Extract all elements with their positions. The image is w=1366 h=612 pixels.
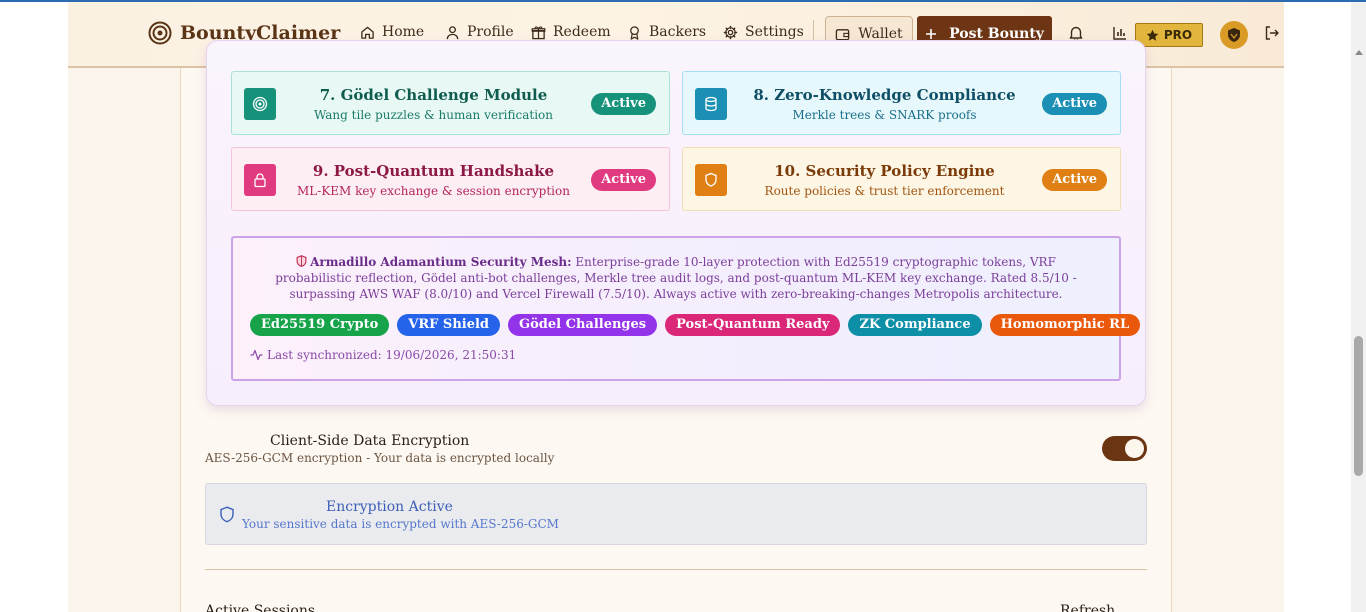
armadillo-shield-icon [1228, 28, 1240, 42]
scroll-up-arrow[interactable] [1355, 50, 1363, 55]
target-icon [244, 88, 276, 120]
toggle-knob [1125, 439, 1144, 458]
tag-zk: ZK Compliance [848, 314, 982, 336]
nav-profile-label: Profile [467, 24, 514, 40]
module-title: 8. Zero-Knowledge Compliance [753, 86, 1016, 104]
module-title: 7. Gödel Challenge Module [319, 86, 548, 104]
tag-vrf: VRF Shield [397, 314, 501, 336]
target-logo-icon [148, 21, 172, 45]
security-mesh-summary: Armadillo Adamantium Security Mesh: Ente… [231, 236, 1141, 381]
last-sync: Last synchronized: 19/06/2026, 21:50:31 [250, 348, 516, 362]
module-subtitle: Wang tile puzzles & human verification [313, 108, 554, 122]
active-sessions-heading: Active Sessions [205, 603, 316, 612]
nav-home-label: Home [382, 24, 425, 40]
database-icon [695, 88, 727, 120]
nav-settings-label: Settings [745, 24, 804, 40]
nav-backers-label: Backers [649, 24, 707, 40]
status-badge: Active [591, 93, 656, 115]
home-icon [361, 26, 374, 39]
module-godel-challenge[interactable]: 7. Gödel Challenge Module Wang tile puzz… [231, 71, 670, 135]
tag-homomorphic: Homomorphic RL [989, 314, 1141, 336]
scroll-thumb[interactable] [1354, 336, 1363, 476]
nav-home[interactable]: Home [360, 24, 424, 40]
mesh-heading: Armadillo Adamantium Security Mesh: [310, 255, 572, 269]
module-title: 9. Post-Quantum Handshake [312, 162, 555, 180]
tag-ed25519: Ed25519 Crypto [250, 314, 390, 336]
encryption-status-panel: Encryption Active Your sensitive data is… [205, 483, 1147, 545]
status-badge: Active [1042, 93, 1107, 115]
gift-icon [531, 25, 546, 39]
refresh-button[interactable]: Refresh [1060, 603, 1115, 612]
status-badge: Active [591, 169, 656, 191]
module-subtitle: Merkle trees & SNARK proofs [792, 108, 977, 122]
pro-label: PRO [1163, 28, 1193, 42]
nav-redeem[interactable]: Redeem [531, 24, 611, 40]
encryption-panel-subtitle: Your sensitive data is encrypted with AE… [242, 517, 559, 531]
user-icon [446, 25, 459, 39]
module-subtitle: Route policies & trust tier enforcement [764, 184, 1005, 198]
nav-profile[interactable]: Profile [445, 24, 514, 40]
status-badge: Active [1042, 169, 1107, 191]
module-security-policy[interactable]: 10. Security Policy Engine Route policie… [682, 147, 1121, 211]
encryption-subtitle: AES-256-GCM encryption - Your data is en… [205, 451, 555, 465]
star-icon [1146, 29, 1159, 41]
mesh-description-block: Armadillo Adamantium Security Mesh: Ente… [261, 254, 1091, 302]
module-title: 10. Security Policy Engine [774, 162, 995, 180]
encryption-panel-title: Encryption Active [326, 499, 453, 515]
section-divider [205, 569, 1147, 570]
gear-icon [723, 25, 738, 39]
nav-backers[interactable]: Backers [627, 24, 706, 40]
activity-icon [250, 349, 263, 361]
shield-icon [220, 506, 234, 523]
module-subtitle: ML-KEM key exchange & session encryption [297, 184, 570, 198]
tag-post-quantum: Post-Quantum Ready [665, 314, 841, 336]
nav-redeem-label: Redeem [553, 24, 611, 40]
shield-icon [695, 164, 727, 196]
plus-icon [926, 29, 937, 39]
lock-icon [244, 164, 276, 196]
tag-godel: Gödel Challenges [508, 314, 658, 336]
avatar[interactable] [1220, 21, 1248, 49]
feature-tags: Ed25519 Crypto VRF Shield Gödel Challeng… [250, 314, 1141, 336]
last-sync-text: Last synchronized: 19/06/2026, 21:50:31 [267, 348, 517, 362]
encryption-toggle[interactable] [1102, 436, 1147, 461]
module-zero-knowledge[interactable]: 8. Zero-Knowledge Compliance Merkle tree… [682, 71, 1121, 135]
award-icon [630, 25, 639, 40]
pro-badge: PRO [1135, 23, 1203, 47]
module-post-quantum[interactable]: 9. Post-Quantum Handshake ML-KEM key exc… [231, 147, 670, 211]
shield-icon [296, 255, 307, 267]
nav-settings[interactable]: Settings [723, 24, 804, 40]
logout-icon[interactable] [1263, 24, 1281, 42]
encryption-title: Client-Side Data Encryption [270, 433, 470, 449]
page-scrollbar[interactable] [1351, 2, 1366, 612]
